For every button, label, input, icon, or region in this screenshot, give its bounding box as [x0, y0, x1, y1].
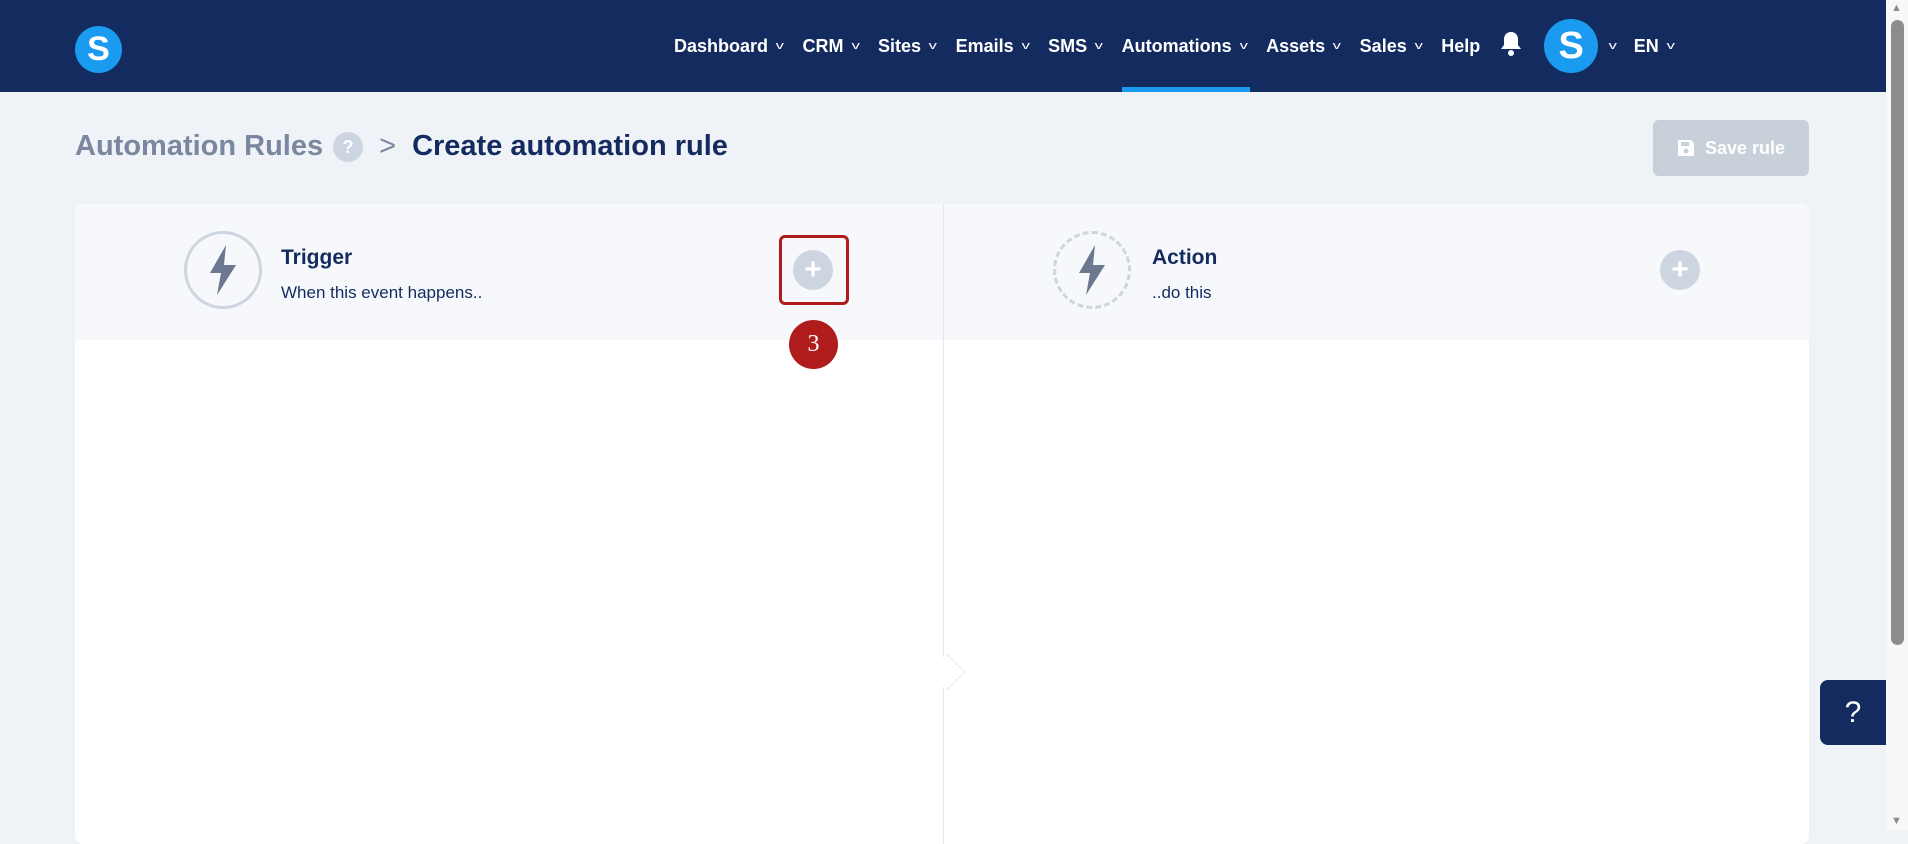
rule-builder: Trigger When this event happens.. + Acti… [75, 204, 1809, 844]
nav-crm[interactable]: CRM v [802, 0, 860, 92]
nav-label: Assets [1266, 35, 1326, 56]
flow-arrow [928, 653, 966, 691]
trigger-title: Trigger [281, 246, 353, 269]
nav-automations[interactable]: Automations v [1121, 0, 1250, 92]
rule-header [75, 204, 1809, 340]
top-nav: S Dashboard v CRM v Sites v Emails v SMS v Au… [0, 0, 1886, 92]
chevron-down-icon: v [1021, 40, 1030, 52]
nav-label: Dashboard [674, 35, 769, 56]
chevron-down-icon: v [851, 40, 860, 52]
nav-label: SMS [1048, 35, 1088, 56]
nav-assets[interactable]: Assets v [1266, 0, 1342, 92]
avatar[interactable]: S [1544, 19, 1599, 73]
nav-emails[interactable]: Emails v [955, 0, 1030, 92]
chevron-down-icon: v [775, 40, 784, 52]
nav-sites[interactable]: Sites v [878, 0, 937, 92]
divider [943, 204, 944, 844]
trigger-subtitle: When this event happens.. [281, 283, 483, 302]
add-action-button[interactable]: + [1660, 250, 1700, 290]
nav-label: Help [1441, 35, 1481, 56]
language-selector[interactable]: v EN v [1608, 0, 1675, 92]
page-title: Create automation rule [412, 130, 728, 162]
save-label: Save rule [1704, 137, 1786, 158]
nav-sms[interactable]: SMS v [1048, 0, 1103, 92]
nav-label: CRM [802, 35, 844, 56]
nav-label: Emails [955, 35, 1014, 56]
chevron-down-icon: v [1414, 40, 1423, 52]
nav-label: Automations [1121, 35, 1232, 56]
nav-label: Sales [1359, 35, 1407, 56]
save-rule-button[interactable]: Save rule [1653, 120, 1809, 176]
breadcrumb-automation-rules[interactable]: Automation Rules [75, 130, 323, 163]
scrollbar-thumb[interactable] [1891, 20, 1904, 645]
breadcrumb-separator: > [379, 130, 397, 162]
chevron-down-icon: v [1666, 40, 1675, 52]
chevron-down-icon: v [1094, 40, 1103, 52]
highlight-box [779, 235, 849, 305]
chevron-down-icon: v [1239, 40, 1248, 52]
nav-label: Sites [878, 35, 922, 56]
trigger-icon [184, 231, 262, 309]
help-button[interactable]: ? [1820, 680, 1886, 745]
nav-sales[interactable]: Sales v [1359, 0, 1423, 92]
logo[interactable]: S [75, 26, 122, 73]
scrollbar[interactable]: ▲ ▼ [1886, 0, 1908, 831]
nav-dashboard[interactable]: Dashboard v [674, 0, 784, 92]
action-subtitle: ..do this [1152, 283, 1212, 302]
scroll-down-icon[interactable]: ▼ [1891, 815, 1902, 827]
scroll-up-icon[interactable]: ▲ [1891, 2, 1902, 14]
breadcrumb: Automation Rules ? > Create automation r… [75, 130, 728, 163]
help-icon[interactable]: ? [333, 131, 364, 162]
chevron-down-icon: v [1332, 40, 1342, 52]
action-title: Action [1152, 246, 1218, 269]
language-label: EN [1633, 35, 1659, 56]
action-icon [1053, 231, 1131, 309]
bell-icon[interactable] [1500, 30, 1522, 62]
nav-help[interactable]: Help [1441, 0, 1480, 92]
chevron-down-icon: v [928, 40, 937, 52]
chevron-down-icon: v [1608, 40, 1618, 52]
main-menu: Dashboard v CRM v Sites v Emails v SMS v Auto… [674, 0, 1675, 92]
save-icon [1677, 140, 1694, 156]
step-badge: 3 [789, 320, 838, 369]
